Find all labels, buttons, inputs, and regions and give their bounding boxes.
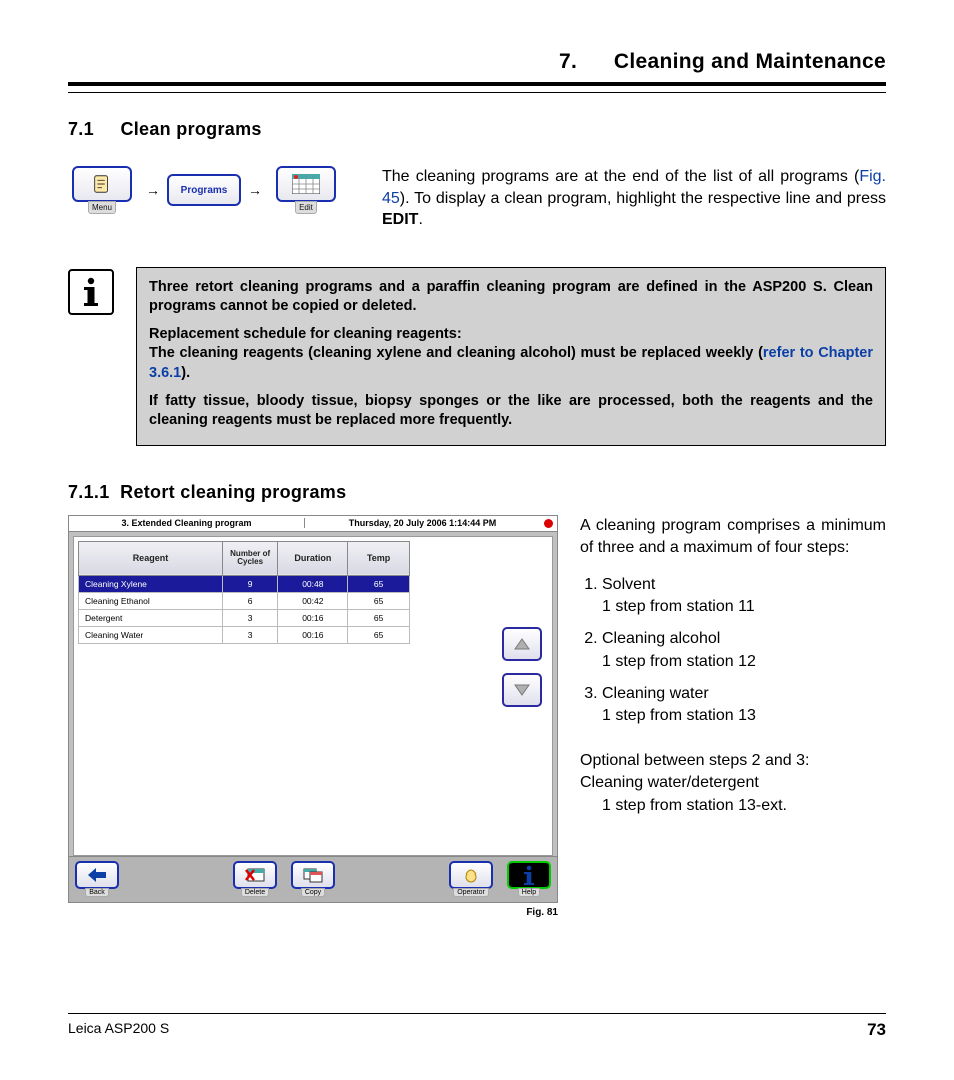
table-row[interactable]: Cleaning Ethanol600:4265 — [79, 592, 410, 609]
info-panel: Three retort cleaning programs and a par… — [136, 267, 886, 446]
section-title-7-1: 7.1 Clean programs — [68, 119, 886, 140]
arrow-left-icon — [88, 868, 106, 882]
info-icon — [522, 865, 536, 885]
list-item: Solvent1 step from station 11 — [602, 574, 886, 619]
table-row[interactable]: Cleaning Xylene900:4865 — [79, 575, 410, 592]
triangle-down-icon — [514, 684, 530, 696]
table-row[interactable]: Cleaning Water300:1665 — [79, 626, 410, 643]
arrow-icon: → — [248, 182, 262, 198]
chapter-number: 7. — [559, 50, 577, 73]
menu-button[interactable]: Menu — [68, 166, 136, 214]
programs-button[interactable]: Programs — [170, 174, 238, 206]
copy-button[interactable]: Copy — [289, 861, 337, 897]
right-column: A cleaning program comprises a minimum o… — [580, 515, 886, 831]
chapter-title: Cleaning and Maintenance — [614, 50, 886, 73]
table-area: Reagent Number of Cycles Duration Temp C… — [73, 536, 553, 856]
copy-icon — [302, 867, 324, 883]
delete-icon — [244, 867, 266, 883]
scroll-arrows — [502, 627, 542, 707]
nav-row: Menu → Programs → Edit The cleaning prog… — [68, 166, 886, 231]
col-cycles[interactable]: Number of Cycles — [222, 541, 278, 575]
titlebar: 3. Extended Cleaning program Thursday, 2… — [69, 516, 557, 532]
edit-button[interactable]: Edit — [272, 166, 340, 214]
bottom-toolbar: Back Delete Copy Operator — [69, 856, 557, 902]
screenshot-row: 3. Extended Cleaning program Thursday, 2… — [68, 515, 886, 918]
page-number: 73 — [867, 1020, 886, 1040]
col-temp[interactable]: Temp — [348, 541, 410, 575]
steps-list: Solvent1 step from station 11 Cleaning al… — [580, 574, 886, 728]
triangle-up-icon — [514, 638, 530, 650]
operator-icon — [462, 867, 480, 883]
product-name: Leica ASP200 S — [68, 1020, 169, 1040]
intro-paragraph: The cleaning programs are at the end of … — [360, 166, 886, 231]
col-duration[interactable]: Duration — [278, 541, 348, 575]
header-rule — [68, 92, 886, 93]
grid-icon — [292, 174, 320, 194]
info-icon — [80, 277, 102, 307]
section-title-7-1-1: 7.1.1 Retort cleaning programs — [68, 482, 886, 503]
chapter-header: 7. Cleaning and Maintenance — [68, 50, 886, 86]
back-button[interactable]: Back — [73, 861, 121, 897]
footer: Leica ASP200 S 73 — [68, 1013, 886, 1040]
program-table: Reagent Number of Cycles Duration Temp C… — [78, 541, 410, 644]
nav-buttons: Menu → Programs → Edit — [68, 166, 340, 214]
scroll-down-button[interactable] — [502, 673, 542, 707]
status-dot-icon — [544, 519, 553, 528]
table-row[interactable]: Detergent300:1665 — [79, 609, 410, 626]
arrow-icon: → — [146, 182, 160, 198]
info-row: Three retort cleaning programs and a par… — [68, 267, 886, 446]
notepad-icon — [91, 173, 113, 195]
delete-button[interactable]: Delete — [231, 861, 279, 897]
help-button[interactable]: Help — [505, 861, 553, 897]
device-screenshot: 3. Extended Cleaning program Thursday, 2… — [68, 515, 558, 903]
list-item: Cleaning alcohol1 step from station 12 — [602, 628, 886, 673]
figure-caption: Fig. 81 — [68, 907, 558, 918]
info-icon-box — [68, 269, 114, 315]
operator-button[interactable]: Operator — [447, 861, 495, 897]
col-reagent[interactable]: Reagent — [79, 541, 223, 575]
list-item: Cleaning water1 step from station 13 — [602, 683, 886, 728]
scroll-up-button[interactable] — [502, 627, 542, 661]
